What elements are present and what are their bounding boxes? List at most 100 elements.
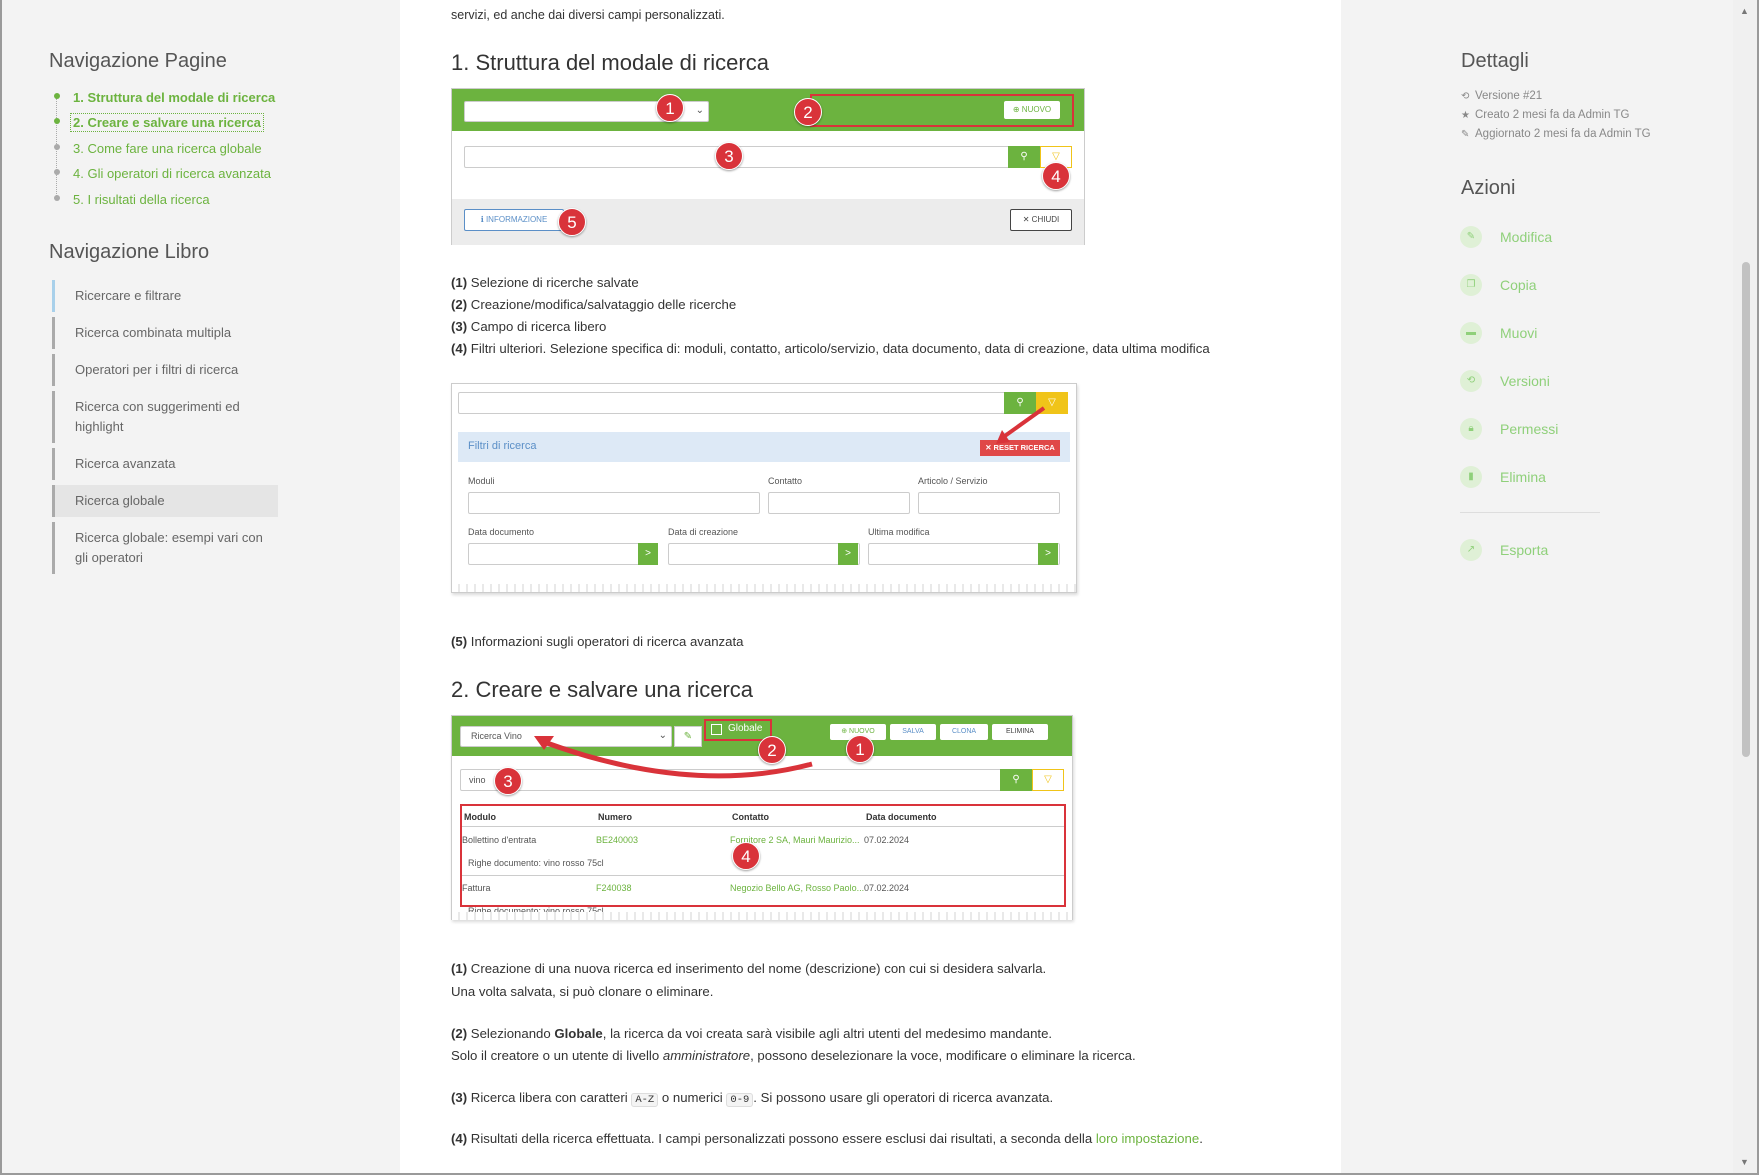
toc-dot bbox=[54, 93, 60, 99]
data-documento-field bbox=[468, 543, 658, 565]
label-articolo: Articolo / Servizio bbox=[918, 476, 988, 486]
book-nav-title: Navigazione Libro bbox=[49, 241, 210, 263]
torn-edge bbox=[452, 584, 1076, 592]
details-title: Dettagli bbox=[1461, 50, 1529, 72]
col-data: Data documento bbox=[866, 812, 937, 822]
toc-item-5[interactable]: 5. I risultati della ricerca bbox=[73, 192, 210, 207]
right-sidebar bbox=[1341, 0, 1733, 1173]
section1-title: 1. Struttura del modale di ricerca bbox=[451, 50, 769, 75]
badge-2: 2 bbox=[794, 98, 822, 126]
para1-b: Una volta salvata, si può clonare o elim… bbox=[451, 984, 714, 999]
book-item-ricerca-combinata[interactable]: Ricerca combinata multipla bbox=[52, 317, 278, 349]
moduli-field bbox=[468, 492, 760, 514]
row1-data: 07.02.2024 bbox=[864, 835, 910, 845]
salva-button: SALVA bbox=[890, 724, 936, 740]
label-ultima-modifica: Ultima modifica bbox=[868, 527, 930, 537]
go-button: > bbox=[638, 543, 658, 565]
nuovo-button: ⊕ NUOVO bbox=[1004, 101, 1060, 119]
export-icon: ↗ bbox=[1460, 539, 1482, 561]
col-numero: Numero bbox=[598, 812, 633, 822]
badge-1: 1 bbox=[846, 735, 874, 763]
info-button: ℹ INFORMAZIONE bbox=[464, 209, 564, 231]
col-modulo: Modulo bbox=[464, 812, 496, 822]
toc-dot bbox=[54, 144, 60, 150]
version-info: ⟲ Versione #21 bbox=[1461, 90, 1543, 102]
arrow-icon bbox=[996, 406, 1046, 444]
history-icon: ⟲ bbox=[1461, 91, 1470, 102]
badge-3: 3 bbox=[494, 767, 522, 795]
para4: (4) Risultati della ricerca effettuata. … bbox=[451, 1131, 1203, 1146]
folder-icon: ▬ bbox=[1460, 322, 1482, 344]
free-search-field bbox=[464, 146, 1060, 168]
label-moduli: Moduli bbox=[468, 476, 495, 486]
page-nav-title: Navigazione Pagine bbox=[49, 50, 227, 72]
badge-5: 5 bbox=[558, 208, 586, 236]
row2-contatto: Negozio Bello AG, Rosso Paolo... bbox=[730, 883, 865, 893]
section2-title: 2. Creare e salvare una ricerca bbox=[451, 677, 754, 702]
toc-item-4[interactable]: 4. Gli operatori di ricerca avanzata bbox=[73, 166, 271, 181]
scroll-down-icon[interactable]: ▼ bbox=[1740, 1157, 1749, 1167]
toc-item-3[interactable]: 3. Come fare una ricerca globale bbox=[73, 141, 262, 156]
row2-numero: F240038 bbox=[596, 883, 632, 893]
impostazione-link[interactable]: loro impostazione bbox=[1096, 1131, 1199, 1146]
row2-data: 07.02.2024 bbox=[864, 883, 910, 893]
search-icon: ⚲ bbox=[1008, 146, 1040, 168]
pencil-icon: ✎ bbox=[1460, 226, 1482, 248]
divider bbox=[1460, 512, 1600, 513]
book-item-esempi-operatori[interactable]: Ricerca globale: esempi vari con gli ope… bbox=[52, 522, 278, 574]
row1-numero: BE240003 bbox=[596, 835, 639, 845]
row1-righe: Righe documento: vino rosso 75cl bbox=[468, 858, 604, 868]
go-button: > bbox=[838, 543, 858, 565]
scroll-up-icon[interactable]: ▲ bbox=[1740, 6, 1749, 16]
book-item-operatori-filtri[interactable]: Operatori per i filtri di ricerca bbox=[52, 354, 278, 386]
badge-4: 4 bbox=[732, 842, 760, 870]
book-item-suggerimenti[interactable]: Ricerca con suggerimenti ed highlight bbox=[52, 391, 278, 443]
book-item-ricercare-filtrare[interactable]: Ricercare e filtrare bbox=[52, 280, 278, 312]
search-field bbox=[458, 392, 1054, 414]
toc-dot bbox=[54, 118, 60, 124]
label-contatto: Contatto bbox=[768, 476, 803, 486]
scroll-thumb[interactable] bbox=[1742, 262, 1750, 757]
book-item-ricerca-avanzata[interactable]: Ricerca avanzata bbox=[52, 448, 278, 480]
toc-item-1[interactable]: 1. Struttura del modale di ricerca bbox=[73, 90, 275, 105]
divider bbox=[462, 875, 1064, 876]
toc-dot bbox=[54, 169, 60, 175]
badge-1: 1 bbox=[656, 94, 684, 122]
history-icon: ⟲ bbox=[1460, 370, 1482, 392]
scrollbar[interactable]: ▲ ▼ bbox=[1733, 0, 1757, 1173]
trash-icon: ▮ bbox=[1460, 466, 1482, 488]
badge-3: 3 bbox=[715, 142, 743, 170]
globale-label: Globale bbox=[728, 723, 763, 734]
para3: (3) Ricerca libera con caratteri A-Z o n… bbox=[451, 1090, 1054, 1107]
clona-button: CLONA bbox=[940, 724, 988, 740]
toc-dot bbox=[54, 195, 60, 201]
para1-a: (1) Creazione di una nuova ricerca ed in… bbox=[451, 961, 1047, 976]
updated-info: ✎ Aggiornato 2 mesi fa da Admin TG bbox=[1461, 128, 1651, 140]
actions-title: Azioni bbox=[1461, 177, 1516, 199]
elimina-button: ELIMINA bbox=[992, 724, 1048, 740]
para2-b: Solo il creatore o un utente di livello … bbox=[451, 1048, 1136, 1063]
list1-item-3: (3) Campo di ricerca libero bbox=[451, 319, 607, 334]
badge-4: 4 bbox=[1042, 162, 1070, 190]
toc-item-2[interactable]: 2. Creare e salvare una ricerca bbox=[70, 113, 264, 132]
lock-icon: 🔒︎ bbox=[1460, 418, 1482, 440]
screenshot-search-modal: ⌄ ⊕ NUOVO ⚲ ▽ ℹ INFORMAZIONE ✕ CHIUDI 1 … bbox=[451, 88, 1085, 245]
ultima-modifica-field bbox=[868, 543, 1060, 565]
screenshot-search-filters: ⚲ ▽ Filtri di ricerca ✕ RESET RICERCA Mo… bbox=[451, 383, 1077, 593]
intro-tail: servizi, ed anche dai diversi campi pers… bbox=[451, 8, 725, 22]
data-creazione-field bbox=[668, 543, 860, 565]
pencil-icon: ✎ bbox=[1461, 129, 1470, 140]
label-data-creazione: Data di creazione bbox=[668, 527, 739, 537]
row2-modulo: Fattura bbox=[462, 883, 491, 893]
contatto-field bbox=[768, 492, 910, 514]
para2-a: (2) Selezionando Globale, la ricerca da … bbox=[451, 1026, 1053, 1041]
copy-icon: ❐ bbox=[1460, 274, 1482, 296]
label-data-documento: Data documento bbox=[468, 527, 535, 537]
chiudi-button: ✕ CHIUDI bbox=[1010, 209, 1072, 231]
screenshot-save-search: Ricerca Vino ⌄ ✎ Globale ⊕ NUOVO SALVA CL… bbox=[451, 715, 1073, 920]
book-item-ricerca-globale[interactable]: Ricerca globale bbox=[52, 485, 278, 517]
go-button: > bbox=[1038, 543, 1058, 565]
row1-modulo: Bollettino d'entrata bbox=[462, 835, 537, 845]
list1-item-4: (4) Filtri ulteriori. Selezione specific… bbox=[451, 341, 1210, 356]
item5: (5) Informazioni sugli operatori di rice… bbox=[451, 634, 744, 649]
